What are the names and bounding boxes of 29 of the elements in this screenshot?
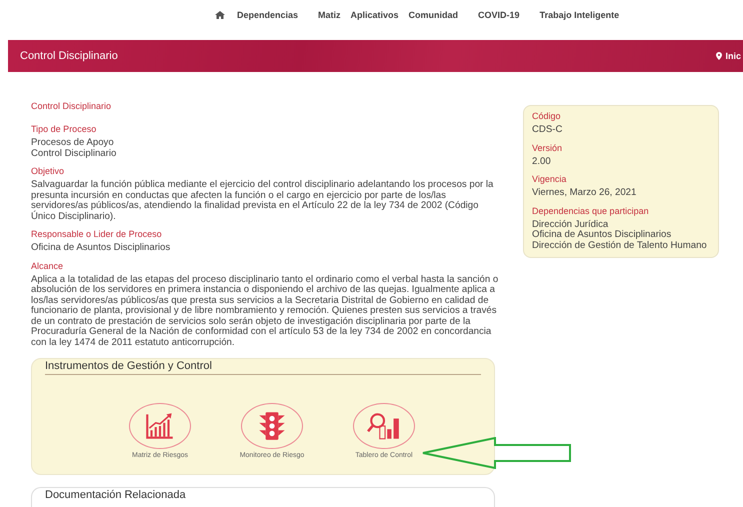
map-pin-icon <box>716 52 722 60</box>
card-title: Instrumentos de Gestión y Control <box>45 359 481 375</box>
section-text: Viernes, Marzo 26, 2021 <box>532 188 638 198</box>
section-heading: Dependencias que participan <box>532 206 650 216</box>
nav-link[interactable]: COVID-19 <box>478 10 520 20</box>
nav-link[interactable]: Trabajo Inteligente <box>540 10 620 20</box>
breadcrumb-link[interactable]: Inic <box>716 51 741 61</box>
section-text: 2.00 <box>532 156 552 167</box>
section-heading: Vigencia <box>532 174 568 184</box>
section-heading: Código <box>532 111 562 121</box>
home-icon[interactable] <box>215 10 225 18</box>
section-text: Dirección Jurídica Oficina de Asuntos Disciplinarios Dirección de Gestión de Talento Humano <box>532 220 708 251</box>
section-heading: Alcance <box>31 260 64 270</box>
section-text: Procesos de Apoyo Control Disciplinario <box>31 138 118 159</box>
section-text: Aplica a la totalidad de las etapas del proceso disciplinario tanto el ordinario como el verbal hasta la sanción o absolución de los servidores en primera instancia o disponiendo el archivo de las quejas. Igualmente aplica a los/las servidores/as públicos/as que presta sus servicios a la Secretaria Distrital de Gobierno en calidad de funcionario de planta, provisional y de libre nombramiento y remoción. Quienes presten sus servicios a través de un contrato de prestación de servicios solo serán objeto de investigación disciplinaria por parte de la Procuraduría General de la Nación de conformidad con el artículo 53 de la ley 734 de 2002 en concordancia con la ley 1474 de 2011 estatuto anticorrupción. <box>31 274 500 348</box>
section-text: Oficina de Asuntos Disciplinarios <box>31 243 172 254</box>
page-title: Control Disciplinario <box>20 50 118 62</box>
section-heading: Tipo de Proceso <box>31 124 98 134</box>
nav-link[interactable]: Dependencias <box>237 10 298 20</box>
section-heading: Objetivo <box>31 166 66 176</box>
nav-link[interactable]: Matiz <box>318 10 341 20</box>
section-text: Salvaguardar la función pública mediante el ejercicio del control disciplinario adelantando los procesos por la presunta incursión en conductas que afecten la función o el cargo en ejercicio por parte de los/las servidores/as públicos/as, atendiendo la finalidad prevista en el Artículo 22 de la ley 734 de 2002 (Código Único Disciplinario). <box>31 180 494 222</box>
section-text: CDS-C <box>532 125 564 136</box>
section-heading: Responsable o Lider de Proceso <box>31 229 163 239</box>
nav-link[interactable]: Comunidad <box>408 10 458 20</box>
card-title: Documentación Relacionada <box>45 488 187 503</box>
section-heading: Versión <box>532 142 564 152</box>
nav-link[interactable]: Aplicativos <box>350 10 399 20</box>
section-heading: Control Disciplinario <box>31 101 112 111</box>
